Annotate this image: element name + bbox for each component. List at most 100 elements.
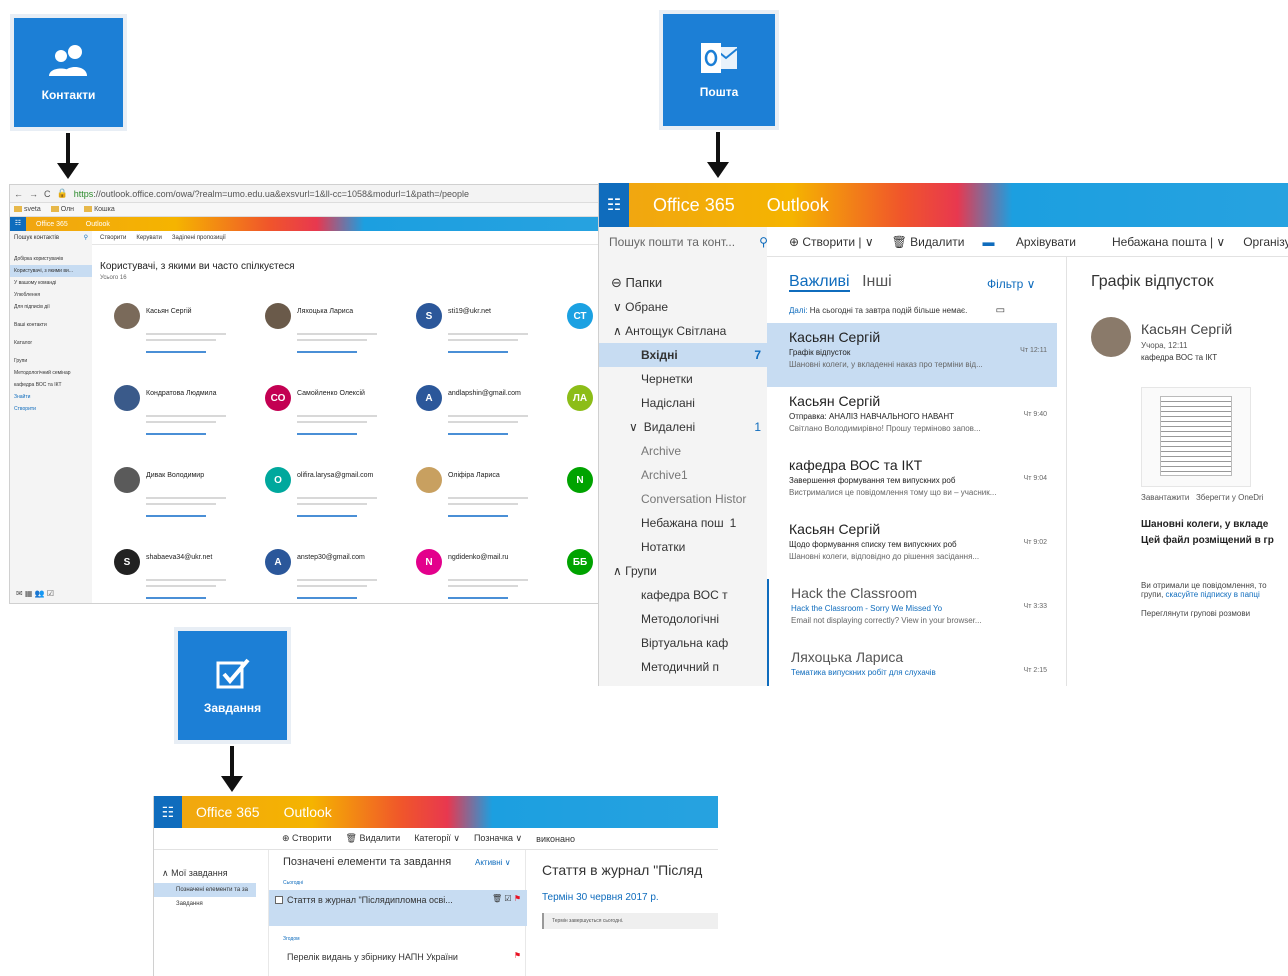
folder-item[interactable]: ∨ Видалені 1 (599, 415, 767, 439)
bookmark-folder[interactable]: sveta (14, 206, 41, 213)
waffle-icon[interactable]: ☷ (599, 183, 629, 227)
message-item[interactable]: кафедра ВОС та ІКТ Завершення формування … (767, 451, 1057, 515)
group-item[interactable]: кафедра ВОС т (599, 583, 767, 607)
flag-icon[interactable]: ⚑ (514, 951, 521, 960)
favorites-header[interactable]: ∨ Обране (599, 295, 767, 319)
bookmark-folder[interactable]: Олн (51, 206, 74, 213)
tasks-app-tile[interactable]: Завдання (174, 627, 291, 744)
sidebar-item[interactable]: Методологічний семінар (10, 367, 92, 379)
filter-button[interactable]: Фільтр ∨ (987, 277, 1035, 291)
sidebar-item-flagged[interactable]: Позначені елементи та за (154, 883, 256, 897)
contact-card[interactable]: ЛАЛап (567, 385, 600, 455)
flag-button[interactable]: Позначка ∨ (474, 833, 522, 844)
delete-button[interactable]: 🗑 Видалити (346, 833, 401, 844)
avatar[interactable]: ББ (567, 549, 593, 575)
sidebar-item[interactable]: Групи (10, 355, 92, 367)
contact-card[interactable]: СТСяб (567, 303, 600, 373)
delete-button[interactable]: 🗑 Видалити (892, 235, 965, 249)
search-input[interactable]: Пошук пошти та конт... ⚲ (599, 226, 768, 257)
contact-name[interactable]: shabaeva34@ukr.net (146, 554, 212, 561)
task-actions-icons[interactable]: 🗑 ☑ ⚑ (492, 894, 521, 903)
groups-header[interactable]: ∧ Групи (599, 559, 767, 583)
new-button[interactable]: ⊕ Створити | ∨ (789, 235, 874, 249)
folder-item[interactable]: Archive1 (599, 463, 767, 487)
avatar[interactable]: S (114, 549, 140, 575)
contact-card[interactable]: Aandlapshin@gmail.com (416, 385, 556, 455)
avatar[interactable] (416, 467, 442, 493)
avatar[interactable]: N (567, 467, 593, 493)
back-icon[interactable]: ← (14, 189, 23, 199)
sidebar-item[interactable]: У вашому команді (10, 277, 92, 289)
folder-item[interactable]: Conversation Histor (599, 487, 767, 511)
contact-name[interactable]: Кондратова Людмила (146, 390, 217, 397)
contacts-app-tile[interactable]: Контакти (10, 14, 127, 131)
manage-button[interactable]: Керувати (136, 235, 162, 241)
avatar[interactable]: СТ (567, 303, 593, 329)
contact-name[interactable]: sti19@ukr.net (448, 308, 491, 315)
group-item[interactable]: Методичний п (599, 655, 767, 679)
avatar[interactable]: СО (265, 385, 291, 411)
view-group-conversations-link[interactable]: Переглянути групові розмови (1141, 609, 1267, 618)
avatar[interactable]: A (265, 549, 291, 575)
avatar[interactable] (114, 467, 140, 493)
bookmark-folder[interactable]: Кошка (84, 206, 115, 213)
next-link[interactable]: Далі: (789, 306, 808, 315)
avatar[interactable]: O (265, 467, 291, 493)
new-button[interactable]: ⊕ Створити (282, 833, 332, 844)
contact-card[interactable]: Кондратова Людмила (114, 385, 254, 455)
contact-card[interactable]: Aanstep30@gmail.com (265, 549, 405, 603)
sender-name[interactable]: Касьян Сергій (1141, 321, 1232, 337)
archive-button[interactable]: ▬ Архівувати (982, 235, 1094, 249)
filter-button[interactable]: Активні ∨ (475, 858, 511, 867)
message-item[interactable]: Hack the Classroom Hack the Classroom - S… (767, 579, 1057, 643)
contact-card[interactable]: Ляхоцька Лариса (265, 303, 405, 373)
group-item[interactable]: Віртуальна каф (599, 631, 767, 655)
organize-button[interactable]: Організува (1243, 235, 1288, 249)
contact-name[interactable]: Оліфіра Лариса (448, 472, 500, 479)
calendar-icon[interactable]: ▭ (996, 305, 1005, 316)
search-input[interactable]: Пошук контактів ⚲ (10, 230, 92, 245)
avatar[interactable]: A (416, 385, 442, 411)
sidebar-item[interactable]: Каталог (10, 337, 92, 349)
contact-name[interactable]: Самойленко Олексій (297, 390, 365, 397)
contact-card[interactable]: Nngdidenko@mail.ru (416, 549, 556, 603)
contact-card[interactable]: Nnatu (567, 467, 600, 537)
url-field[interactable]: https://outlook.office.com/owa/?realm=um… (74, 189, 469, 199)
sender-avatar[interactable] (1091, 317, 1131, 357)
checkbox[interactable] (275, 896, 283, 904)
contact-card[interactable]: Ssti19@ukr.net (416, 303, 556, 373)
junk-button[interactable]: Небажана пошта | ∨ (1112, 235, 1225, 249)
avatar[interactable]: ЛА (567, 385, 593, 411)
folder-item[interactable]: Небажана пош 1 (599, 511, 767, 535)
account-header[interactable]: ∧ Антощук Світлана (599, 319, 767, 343)
contact-name[interactable]: Дивак Володимир (146, 472, 204, 479)
contact-name[interactable]: Ляхоцька Лариса (297, 308, 353, 315)
reload-icon[interactable]: C (44, 189, 51, 199)
my-tasks-header[interactable]: ∧ Мої завдання (154, 868, 256, 879)
folders-header[interactable]: ⊖ Папки (599, 271, 767, 295)
contact-name[interactable]: olifira.larysa@gmail.com (297, 472, 373, 479)
forward-icon[interactable]: → (29, 189, 38, 199)
suggestions-button[interactable]: Заділені пропозиції (172, 235, 226, 241)
new-button[interactable]: Створити (100, 235, 126, 241)
task-item[interactable]: Перелік видань у збірнику НАПН України ⚑ (269, 946, 527, 970)
contact-card[interactable]: Oolifira.larysa@gmail.com (265, 467, 405, 537)
tab-other[interactable]: Інші (862, 273, 892, 290)
contact-card[interactable]: БББез (567, 549, 600, 603)
mail-app-tile[interactable]: Пошта (659, 10, 779, 130)
contact-name[interactable]: ngdidenko@mail.ru (448, 554, 508, 561)
group-item[interactable]: Методологічні (599, 607, 767, 631)
contact-card[interactable]: Дивак Володимир (114, 467, 254, 537)
waffle-icon[interactable]: ☷ (10, 217, 26, 231)
contact-name[interactable]: Касьян Сергій (146, 308, 192, 315)
message-item[interactable]: Касьян Сергій Отправка: АНАЛІЗ НАВЧАЛЬНОГ… (767, 387, 1057, 451)
mark-complete-button[interactable]: виконано (536, 834, 575, 844)
message-item[interactable]: Касьян Сергій Графік відпусток Шановні кол… (767, 323, 1057, 387)
contact-name[interactable]: anstep30@gmail.com (297, 554, 365, 561)
avatar[interactable]: N (416, 549, 442, 575)
contact-card[interactable]: СО Самойленко Олексій (265, 385, 405, 455)
folder-item[interactable]: Нотатки (599, 535, 767, 559)
unsubscribe-link[interactable]: скасуйте підписку в папці (1166, 590, 1260, 599)
sidebar-item[interactable]: Улюблення (10, 289, 92, 301)
sidebar-item-frequent[interactable]: Користувачі, з якими ви... (10, 265, 92, 277)
